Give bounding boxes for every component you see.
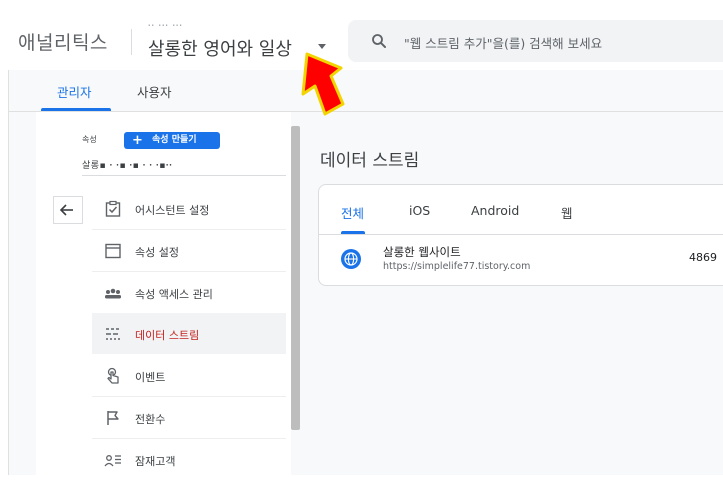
nav-item-events[interactable]: 이벤트 xyxy=(92,355,286,396)
tab-android[interactable]: Android xyxy=(471,203,519,218)
nav-item-label: 속성 액세스 관리 xyxy=(135,288,213,301)
checklist-icon xyxy=(105,200,121,217)
property-label: 속성 xyxy=(82,135,97,144)
nav-item-label: 전환수 xyxy=(135,413,166,426)
nav-item-label: 속성 설정 xyxy=(135,246,179,259)
nav-scrollbar[interactable] xyxy=(291,126,300,430)
nav-item-property-access[interactable]: 속성 액세스 관리 xyxy=(92,272,286,313)
globe-icon xyxy=(341,249,361,269)
data-streams-card: 전체 iOS Android 웹 살롱한 웹사이트 https://simple… xyxy=(318,184,723,286)
tab-admin[interactable]: 관리자 xyxy=(57,82,92,101)
stream-name[interactable]: 살롱한 웹사이트 xyxy=(383,244,461,260)
chevron-down-icon[interactable] xyxy=(318,44,326,49)
nav-item-label: 잠재고객 xyxy=(135,455,176,468)
nav-item-audiences[interactable]: 잠재고객 xyxy=(92,439,286,480)
nav-item-data-streams[interactable]: 데이터 스트림 xyxy=(92,313,286,354)
nav-item-conversions[interactable]: 전환수 xyxy=(92,397,286,438)
audience-icon xyxy=(104,455,121,467)
touch-icon xyxy=(107,367,119,384)
property-dropdown-underline xyxy=(82,175,286,176)
stream-url: https://simplelife77.tistory.com xyxy=(383,261,531,272)
back-button[interactable] xyxy=(53,196,83,224)
property-dropdown[interactable]: 살롱▪ ꞏ ꞏ▪ ꞏ▪ ꞏ ꞏ ꞏ▪ꞏꞏ xyxy=(82,158,257,171)
nav-item-label: 이벤트 xyxy=(135,371,166,384)
property-selector[interactable]: 살롱한 영어와 일상 xyxy=(148,35,292,61)
tab-active-indicator xyxy=(41,108,111,111)
create-property-label: 속성 만들기 xyxy=(152,135,197,145)
brand-divider xyxy=(131,29,132,55)
arrow-left-icon xyxy=(59,204,73,216)
tab-web[interactable]: 웹 xyxy=(561,203,573,222)
window-icon xyxy=(105,243,121,259)
page-title: 데이터 스트림 xyxy=(320,151,420,171)
people-icon xyxy=(105,288,121,299)
tab-all[interactable]: 전체 xyxy=(341,203,364,222)
tab-users[interactable]: 사용자 xyxy=(137,82,172,101)
tab-ios[interactable]: iOS xyxy=(409,203,430,218)
create-property-button[interactable]: + 속성 만들기 xyxy=(124,132,220,149)
flag-icon xyxy=(107,411,119,425)
plus-icon: + xyxy=(132,133,143,148)
nav-item-label: 데이터 스트림 xyxy=(135,329,200,342)
brand-title[interactable]: 애널리틱스 xyxy=(18,28,108,55)
nav-item-label: 어시스턴트 설정 xyxy=(135,204,210,217)
admin-tabs: 관리자 사용자 xyxy=(9,70,723,112)
arrow-icon xyxy=(301,52,345,116)
nav-item-property-settings[interactable]: 속성 설정 xyxy=(92,230,286,271)
streams-icon xyxy=(106,328,120,340)
account-name: ꞏꞏ ꞏꞏꞏ ꞏꞏꞏ xyxy=(148,21,183,30)
top-bar: 애널리틱스 ꞏꞏ ꞏꞏꞏ ꞏꞏꞏ 살롱한 영어와 일상 "웹 스트림 추가"을(… xyxy=(0,0,723,70)
nav-item-assistant-settings[interactable]: 어시스턴트 설정 xyxy=(92,188,286,229)
search-input[interactable]: "웹 스트림 추가"을(를) 검색해 보세요 xyxy=(404,33,602,52)
card-divider xyxy=(319,234,723,235)
search-box[interactable]: "웹 스트림 추가"을(를) 검색해 보세요 xyxy=(348,20,723,62)
stream-id: 4869 xyxy=(689,251,717,264)
search-icon xyxy=(372,34,386,48)
